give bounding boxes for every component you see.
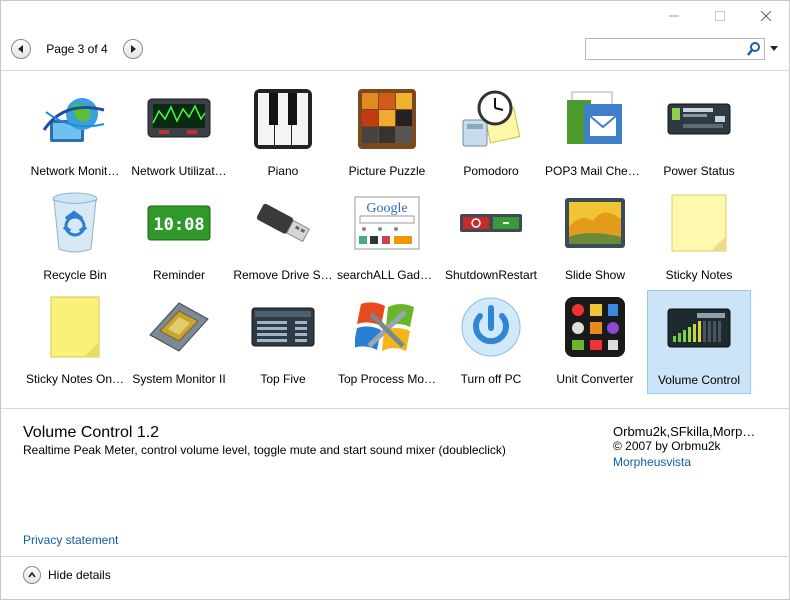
sticky-note-icon [664,190,734,256]
gadget-label: Recycle Bin [43,268,107,282]
gadget-tile-network-utilization[interactable]: Network Utilizat… [127,82,231,186]
power-button-icon [456,294,526,360]
gadget-tile-reminder[interactable]: 10:08 Reminder [127,186,231,290]
gadget-label: searchALL Gadg… [337,268,437,282]
toolbar-divider [1,70,790,71]
slideshow-icon [560,190,630,256]
footer-divider [1,556,790,557]
gadget-label: Remove Drive S… [233,268,333,282]
gadget-tile-unit-converter[interactable]: Unit Converter [543,290,647,394]
windows-tools-icon [352,294,422,360]
hide-details-button[interactable] [23,566,41,584]
gadget-tile-slide-show[interactable]: Slide Show [543,186,647,290]
author-website-link[interactable]: Morpheusvista [613,455,773,469]
next-page-button[interactable] [123,39,143,59]
battery-icon [664,86,734,152]
page-indicator: Page 3 of 4 [46,42,108,56]
minimize-button[interactable] [651,1,697,31]
details-meta: Orbmu2k,SFkilla,Morp… © 2007 by Orbmu2k … [613,424,773,469]
gadget-label: Top Process Mo… [337,372,437,386]
gadget-gallery-window: Page 3 of 4 Network Monit… Network Utili… [0,0,790,600]
network-graph-icon [144,86,214,152]
details-copyright: © 2007 by Orbmu2k [613,439,721,453]
maximize-icon [715,11,725,21]
recycle-bin-icon [40,190,110,256]
details-divider [1,408,790,409]
gadget-tile-power-status[interactable]: Power Status [647,82,751,186]
digital-clock-icon: 10:08 [144,190,214,256]
hide-details-toggle[interactable]: Hide details [23,566,111,584]
gadget-tile-pop3-mail-checker[interactable]: POP3 Mail Chec… [543,82,647,186]
gadget-grid: Network Monit… Network Utilizat… Piano P… [23,82,763,394]
search-options-dropdown[interactable] [765,38,783,60]
reminder-clock-text: 10:08 [153,215,204,235]
clock-note-icon [456,86,526,152]
gadget-label: Reminder [152,268,206,282]
gadget-label: Volume Control [657,373,741,387]
right-arrow-icon [131,45,136,53]
gadget-tile-system-monitor-ii[interactable]: System Monitor II [127,290,231,394]
gadget-label: Slide Show [564,268,626,282]
chevron-up-icon [28,571,36,578]
pager: Page 3 of 4 [11,38,143,60]
details-title: Volume Control 1.2 [23,424,160,441]
gadget-tile-top-process-monitor[interactable]: Top Process Mo… [335,290,439,394]
gadget-tile-piano[interactable]: Piano [231,82,335,186]
gadget-label: Power Status [663,164,735,178]
gadget-tile-shutdown-restart[interactable]: ShutdownRestart [439,186,543,290]
close-button[interactable] [743,1,789,31]
gadget-tile-sticky-notes-online[interactable]: Sticky Notes On… [23,290,127,394]
gadget-label: Network Monit… [30,164,120,178]
window-controls [651,1,789,31]
gadget-label: Piano [267,164,299,178]
process-list-icon [248,294,318,360]
gadget-label: Sticky Notes [665,268,733,282]
sticky-note-yellow-icon [40,294,110,360]
maximize-button[interactable] [697,1,743,31]
gadget-label: Network Utilizat… [131,164,227,178]
gadget-tile-top-five[interactable]: Top Five [231,290,335,394]
shutdown-icon [456,190,526,256]
gadget-label: ShutdownRestart [444,268,538,282]
gadget-tile-searchall[interactable]: Google searchALL Gadg… [335,186,439,290]
piano-keys-icon [248,86,318,152]
gadget-tile-sticky-notes[interactable]: Sticky Notes [647,186,751,290]
gadget-tile-turn-off-pc[interactable]: Turn off PC [439,290,543,394]
gadget-tile-pomodoro[interactable]: Pomodoro [439,82,543,186]
google-search-icon: Google [352,190,422,256]
gadget-tile-volume-control[interactable]: Volume Control [647,290,751,394]
gadget-label: System Monitor II [132,372,226,386]
mail-icon [560,86,630,152]
gadget-tile-network-monitor[interactable]: Network Monit… [23,82,127,186]
gadget-label: Unit Converter [556,372,634,386]
gadget-tile-picture-puzzle[interactable]: Picture Puzzle [335,82,439,186]
network-globe-icon [40,86,110,152]
search-box [585,38,783,60]
gadget-tile-recycle-bin[interactable]: Recycle Bin [23,186,127,290]
gadget-tile-remove-drive-safely[interactable]: Remove Drive S… [231,186,335,290]
usb-drive-icon [248,190,318,256]
left-arrow-icon [18,45,23,53]
volume-meter-icon [664,295,734,361]
details-description: Realtime Peak Meter, control volume leve… [23,443,506,457]
previous-page-button[interactable] [11,39,31,59]
close-icon [760,10,772,22]
gadget-label: Picture Puzzle [348,164,426,178]
picture-puzzle-icon [352,86,422,152]
gadget-label: Sticky Notes On… [25,372,125,386]
gadget-label: POP3 Mail Chec… [545,164,645,178]
cpu-chip-icon [144,294,214,360]
hide-details-label: Hide details [48,568,111,582]
search-icon[interactable] [746,41,762,57]
gadget-label: Top Five [260,372,306,386]
unit-converter-icon [560,294,630,360]
gadget-label: Pomodoro [463,164,519,178]
details-author: Orbmu2k,SFkilla,Morp… [613,424,756,439]
search-input[interactable] [585,38,765,60]
google-logo-text: Google [366,201,407,216]
gadget-label: Turn off PC [460,372,522,386]
chevron-down-icon [770,46,778,51]
privacy-statement-link[interactable]: Privacy statement [23,533,118,547]
minimize-icon [669,15,679,17]
